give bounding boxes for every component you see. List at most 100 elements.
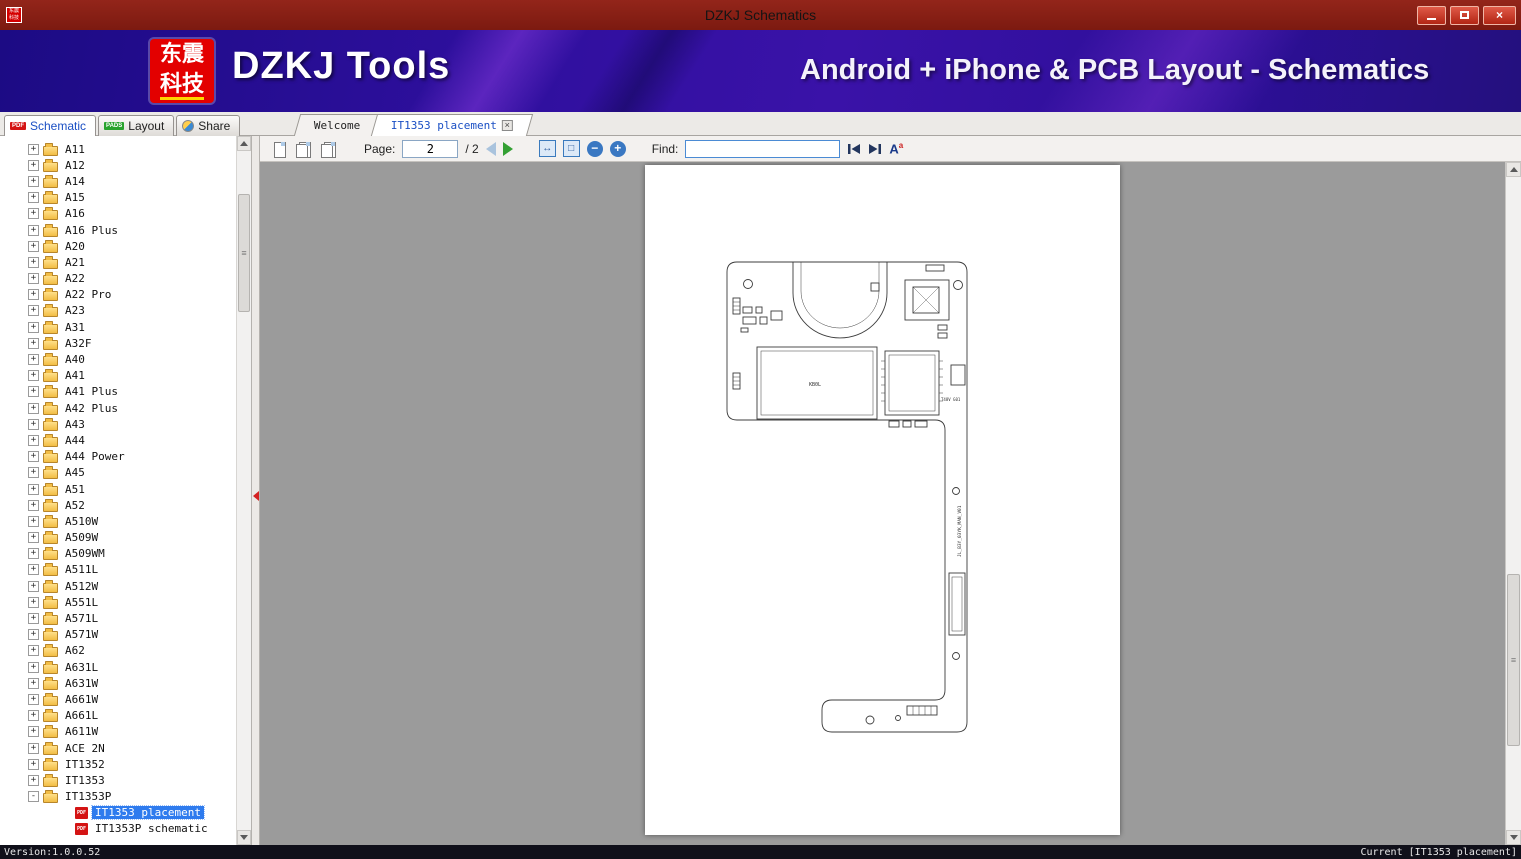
- tree-item-label[interactable]: A44: [62, 434, 88, 447]
- tree-expander-icon[interactable]: +: [28, 629, 39, 641]
- tree-item[interactable]: + A20: [0, 238, 236, 254]
- tree-expander-icon[interactable]: +: [28, 175, 39, 187]
- tree-item-label[interactable]: IT1353P: [62, 790, 114, 803]
- tree-item[interactable]: + A51: [0, 481, 236, 497]
- scroll-down-icon[interactable]: [237, 830, 251, 845]
- tree-item[interactable]: + A551L: [0, 594, 236, 610]
- tree-item[interactable]: + A45: [0, 465, 236, 481]
- tree-expander-icon[interactable]: +: [28, 402, 39, 414]
- tree-item[interactable]: + A509WM: [0, 546, 236, 562]
- tree-expander-icon[interactable]: +: [28, 710, 39, 722]
- tree-expander-icon[interactable]: +: [28, 483, 39, 495]
- tree-item-label[interactable]: A11: [62, 143, 88, 156]
- tab-share[interactable]: Share: [176, 115, 241, 136]
- tree-item-label[interactable]: A22: [62, 272, 88, 285]
- tree-item-label[interactable]: A44 Power: [62, 450, 128, 463]
- tree-expander-icon[interactable]: +: [28, 208, 39, 220]
- collapse-sidebar-icon[interactable]: [253, 491, 259, 501]
- tree-item[interactable]: + A23: [0, 303, 236, 319]
- tree-item[interactable]: + A510W: [0, 513, 236, 529]
- tree-item-label[interactable]: IT1352: [62, 758, 108, 771]
- continuous-view-icon[interactable]: [320, 140, 338, 158]
- tree-expander-icon[interactable]: +: [28, 256, 39, 268]
- tree-expander-icon[interactable]: +: [28, 305, 39, 317]
- tree-item[interactable]: + A15: [0, 190, 236, 206]
- tree-item-label[interactable]: A15: [62, 191, 88, 204]
- tab-layout[interactable]: PADS Layout: [98, 115, 175, 136]
- zoom-out-icon[interactable]: −: [586, 140, 603, 157]
- tree-item[interactable]: + A511L: [0, 562, 236, 578]
- sidebar-scroll-thumb[interactable]: ≡: [238, 194, 250, 312]
- tree-item-label[interactable]: A31: [62, 321, 88, 334]
- tree-item-label[interactable]: A42 Plus: [62, 402, 121, 415]
- tree-item-label[interactable]: A512W: [62, 580, 101, 593]
- viewer-scroll-thumb[interactable]: ≡: [1507, 574, 1520, 746]
- tree-item[interactable]: PDF IT1353P schematic: [0, 821, 236, 837]
- tree-item[interactable]: + A32F: [0, 335, 236, 351]
- tree-item-label[interactable]: A611W: [62, 725, 101, 738]
- tree-item[interactable]: PDF IT1353 placement: [0, 805, 236, 821]
- fit-width-icon[interactable]: ↔: [538, 140, 556, 157]
- tree-item[interactable]: + A62: [0, 643, 236, 659]
- tree-expander-icon[interactable]: -: [28, 791, 39, 803]
- tree-item-label[interactable]: A21: [62, 256, 88, 269]
- scroll-down-icon[interactable]: [1506, 830, 1521, 845]
- tree-item-label[interactable]: A511L: [62, 563, 101, 576]
- tree-item-label[interactable]: A661L: [62, 709, 101, 722]
- tree-expander-icon[interactable]: +: [28, 289, 39, 301]
- tree-expander-icon[interactable]: +: [28, 354, 39, 366]
- maximize-button[interactable]: [1450, 5, 1479, 25]
- sidebar-scrollbar[interactable]: ≡: [236, 136, 251, 845]
- viewer-scrollbar[interactable]: ≡: [1505, 162, 1521, 845]
- tree-expander-icon[interactable]: +: [28, 742, 39, 754]
- tab-close-icon[interactable]: ×: [501, 120, 513, 131]
- page-number-input[interactable]: [402, 139, 459, 158]
- tree-item[interactable]: + A631L: [0, 659, 236, 675]
- tree-item-label[interactable]: A62: [62, 644, 88, 657]
- tree-expander-icon[interactable]: +: [28, 774, 39, 786]
- tree-expander-icon[interactable]: +: [28, 143, 39, 155]
- tree-item[interactable]: + A509W: [0, 530, 236, 546]
- tree-item[interactable]: + A571L: [0, 610, 236, 626]
- fit-page-icon[interactable]: □: [562, 140, 580, 157]
- tree-item-label[interactable]: A32F: [62, 337, 95, 350]
- tree-expander-icon[interactable]: +: [28, 434, 39, 446]
- tree-expander-icon[interactable]: +: [28, 596, 39, 608]
- tree-item[interactable]: + IT1353: [0, 772, 236, 788]
- tree-expander-icon[interactable]: +: [28, 451, 39, 463]
- match-case-icon[interactable]: Aa: [889, 141, 903, 156]
- tree-expander-icon[interactable]: +: [28, 548, 39, 560]
- tree-expander-icon[interactable]: +: [28, 677, 39, 689]
- tree-item-label[interactable]: A51: [62, 483, 88, 496]
- tree-item-label[interactable]: A43: [62, 418, 88, 431]
- tree-item-label[interactable]: A571W: [62, 628, 101, 641]
- tree-item-label[interactable]: A41 Plus: [62, 385, 121, 398]
- tree-expander-icon[interactable]: +: [28, 370, 39, 382]
- tree-item-label[interactable]: A509W: [62, 531, 101, 544]
- tree-item[interactable]: + A44: [0, 432, 236, 448]
- tree-expander-icon[interactable]: +: [28, 580, 39, 592]
- tree-item[interactable]: + A44 Power: [0, 449, 236, 465]
- tree-item[interactable]: + A31: [0, 319, 236, 335]
- tree-expander-icon[interactable]: +: [28, 159, 39, 171]
- tree-item[interactable]: + IT1352: [0, 756, 236, 772]
- tree-item[interactable]: + A42 Plus: [0, 400, 236, 416]
- sidebar-splitter[interactable]: [252, 136, 260, 845]
- close-button[interactable]: ×: [1483, 5, 1516, 25]
- tree-item-label[interactable]: ACE 2N: [62, 742, 108, 755]
- tree-item[interactable]: + A16: [0, 206, 236, 222]
- tree-expander-icon[interactable]: +: [28, 386, 39, 398]
- tree-item-label[interactable]: A571L: [62, 612, 101, 625]
- tree-item-label[interactable]: A22 Pro: [62, 288, 114, 301]
- tree-item[interactable]: + A52: [0, 497, 236, 513]
- tree-item-label[interactable]: A631W: [62, 677, 101, 690]
- tree-item[interactable]: + A41 Plus: [0, 384, 236, 400]
- tree-item[interactable]: + A40: [0, 351, 236, 367]
- tree-item[interactable]: + A512W: [0, 578, 236, 594]
- tree-item[interactable]: + A14: [0, 173, 236, 189]
- previous-page-icon[interactable]: [485, 141, 496, 156]
- tree-item[interactable]: + A16 Plus: [0, 222, 236, 238]
- tree-item-label[interactable]: A20: [62, 240, 88, 253]
- tree-item[interactable]: + A631W: [0, 675, 236, 691]
- tree-expander-icon[interactable]: +: [28, 758, 39, 770]
